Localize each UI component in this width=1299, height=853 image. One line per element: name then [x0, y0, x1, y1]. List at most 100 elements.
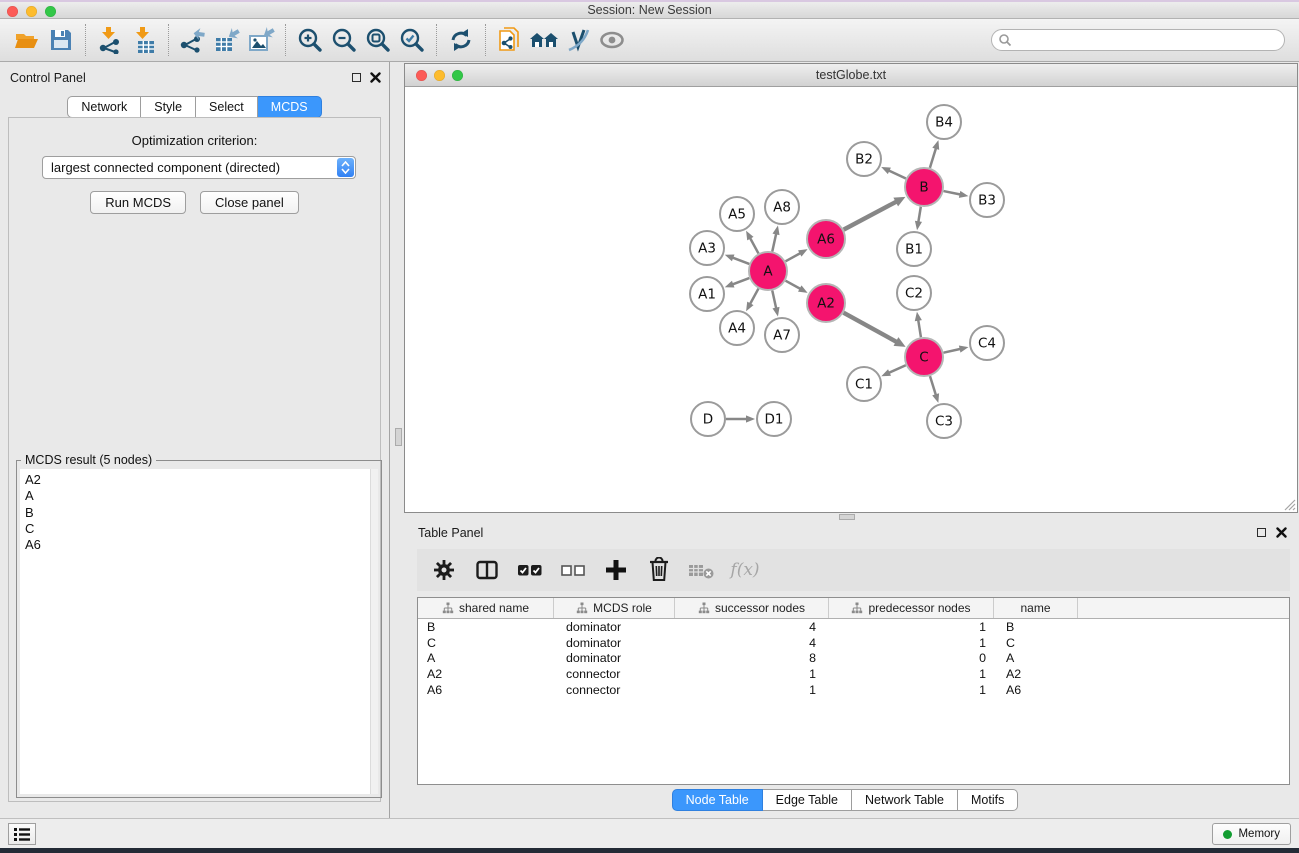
- tab-node-table[interactable]: Node Table: [672, 789, 763, 811]
- run-mcds-button[interactable]: Run MCDS: [90, 191, 186, 214]
- tab-style[interactable]: Style: [141, 96, 196, 118]
- mcds-result-item[interactable]: C: [20, 521, 378, 537]
- cell[interactable]: 1: [829, 620, 994, 634]
- column-header-name[interactable]: name: [994, 598, 1078, 618]
- cell[interactable]: 1: [829, 636, 994, 650]
- first-neighbors-button[interactable]: [527, 23, 561, 57]
- tab-select[interactable]: Select: [196, 96, 258, 118]
- cell[interactable]: A6: [994, 683, 1078, 697]
- cell[interactable]: 1: [675, 667, 829, 681]
- graph-edge-arrow-icon: [915, 312, 922, 321]
- memory-status-icon: [1223, 830, 1232, 839]
- delete-column-button[interactable]: [644, 555, 674, 585]
- column-header-predecessor-nodes[interactable]: predecessor nodes: [829, 598, 994, 618]
- eye-icon: [598, 27, 626, 53]
- cell[interactable]: 1: [829, 683, 994, 697]
- column-header-successor-nodes[interactable]: successor nodes: [675, 598, 829, 618]
- show-details-button[interactable]: [595, 23, 629, 57]
- status-bar: Memory: [0, 818, 1299, 848]
- float-panel-icon[interactable]: [1257, 528, 1266, 537]
- cell[interactable]: A2: [994, 667, 1078, 681]
- zoom-out-button[interactable]: [327, 23, 361, 57]
- function-builder-button[interactable]: f(x): [730, 555, 760, 585]
- save-session-button[interactable]: [44, 23, 78, 57]
- close-panel-icon[interactable]: [1276, 527, 1287, 538]
- import-network-button[interactable]: [93, 23, 127, 57]
- mcds-result-item[interactable]: A6: [20, 537, 378, 553]
- criterion-select[interactable]: largest connected component (directed): [42, 156, 356, 179]
- graph-node-label: A3: [698, 241, 716, 257]
- cell[interactable]: A: [994, 651, 1078, 665]
- network-canvas[interactable]: B4B2BB3B1A5A8A6A3AA1A2C2A4A7C4CC1C3DD1: [405, 87, 1297, 512]
- table-settings-button[interactable]: [429, 555, 459, 585]
- open-folder-icon: [13, 26, 41, 54]
- export-table-button[interactable]: [210, 23, 244, 57]
- task-history-button[interactable]: [8, 823, 36, 845]
- session-title: Session: New Session: [0, 3, 1299, 17]
- zoom-fit-button[interactable]: [361, 23, 395, 57]
- cell[interactable]: dominator: [554, 620, 675, 634]
- create-column-button[interactable]: [601, 555, 631, 585]
- import-table-button[interactable]: [127, 23, 161, 57]
- cell[interactable]: B: [994, 620, 1078, 634]
- mcds-result-item[interactable]: B: [20, 505, 378, 521]
- cell[interactable]: 0: [829, 651, 994, 665]
- cell[interactable]: 1: [675, 683, 829, 697]
- tab-mcds[interactable]: MCDS: [258, 96, 322, 118]
- cell[interactable]: A2: [418, 667, 554, 681]
- open-session-button[interactable]: [10, 23, 44, 57]
- cell[interactable]: A: [418, 651, 554, 665]
- resize-grip-icon[interactable]: [1283, 498, 1296, 511]
- cell[interactable]: 4: [675, 620, 829, 634]
- graph-node-label: B2: [855, 152, 873, 168]
- graph-node-label: D1: [765, 412, 784, 428]
- memory-button[interactable]: Memory: [1212, 823, 1291, 845]
- cell[interactable]: dominator: [554, 636, 675, 650]
- graph-node-label: B4: [935, 115, 953, 131]
- column-header-mcds-role[interactable]: MCDS role: [554, 598, 675, 618]
- search-input[interactable]: [1012, 31, 1284, 49]
- select-all-button[interactable]: [515, 555, 545, 585]
- tab-network-table[interactable]: Network Table: [852, 789, 958, 811]
- cell[interactable]: connector: [554, 667, 675, 681]
- float-panel-icon[interactable]: [352, 73, 361, 82]
- cell[interactable]: dominator: [554, 651, 675, 665]
- cell[interactable]: 8: [675, 651, 829, 665]
- close-panel-icon[interactable]: [370, 72, 381, 83]
- graph-edge-arrow-icon: [746, 415, 755, 422]
- zoom-selected-button[interactable]: [395, 23, 429, 57]
- graph-edge-arrow-icon: [959, 191, 969, 198]
- deselect-all-button[interactable]: [558, 555, 588, 585]
- mcds-result-item[interactable]: A: [20, 488, 378, 504]
- mcds-result-item[interactable]: A2: [20, 469, 378, 488]
- new-network-from-selection-button[interactable]: [493, 23, 527, 57]
- network-graph[interactable]: B4B2BB3B1A5A8A6A3AA1A2C2A4A7C4CC1C3DD1: [405, 87, 1297, 512]
- cell[interactable]: 4: [675, 636, 829, 650]
- delete-table-button[interactable]: [687, 555, 717, 585]
- graph-edge: [750, 289, 759, 305]
- tab-network[interactable]: Network: [67, 96, 141, 118]
- cell[interactable]: 1: [829, 667, 994, 681]
- scrollbar[interactable]: [370, 469, 378, 794]
- cell[interactable]: connector: [554, 683, 675, 697]
- zoom-in-button[interactable]: [293, 23, 327, 57]
- split-handle[interactable]: [395, 428, 402, 446]
- cell[interactable]: B: [418, 620, 554, 634]
- graph-node-label: B: [919, 180, 928, 196]
- apply-layout-button[interactable]: [444, 23, 478, 57]
- hide-details-button[interactable]: [561, 23, 595, 57]
- export-image-button[interactable]: [244, 23, 278, 57]
- tree-column-icon: [698, 602, 710, 614]
- graph-node-label: D: [703, 412, 713, 428]
- show-columns-button[interactable]: [472, 555, 502, 585]
- graph-node-label: A6: [817, 232, 835, 248]
- cell[interactable]: A6: [418, 683, 554, 697]
- cell[interactable]: C: [418, 636, 554, 650]
- tab-motifs[interactable]: Motifs: [958, 789, 1018, 811]
- export-network-button[interactable]: [176, 23, 210, 57]
- close-panel-button[interactable]: Close panel: [200, 191, 299, 214]
- homes-icon: [529, 27, 559, 53]
- column-header-shared-name[interactable]: shared name: [418, 598, 554, 618]
- cell[interactable]: C: [994, 636, 1078, 650]
- tab-edge-table[interactable]: Edge Table: [763, 789, 852, 811]
